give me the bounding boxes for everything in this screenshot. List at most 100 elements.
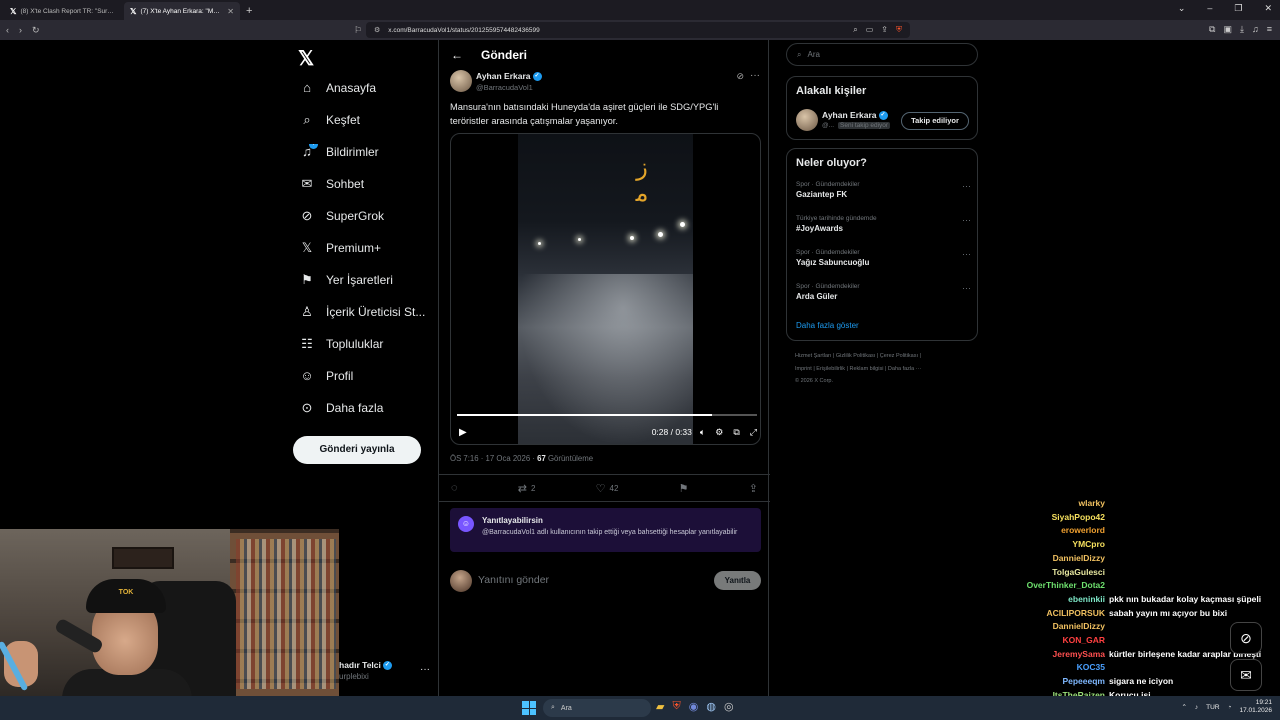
nav-item[interactable]: ♙ İçerik Üreticisi St... [298, 304, 438, 320]
back-arrow-icon[interactable]: ‹ [6, 25, 9, 35]
show-more-link[interactable]: Daha fazla göster [796, 321, 859, 330]
extensions-icon[interactable]: ⧉ [1209, 24, 1215, 35]
share-icon[interactable]: ⇪ [881, 25, 888, 35]
chat-username[interactable]: erowerlord [1061, 525, 1105, 535]
chevron-down-icon[interactable]: ⌄ [1178, 3, 1186, 14]
close-window-button[interactable]: ✕ [1264, 3, 1272, 14]
more-options-icon[interactable]: ··· [962, 181, 971, 191]
grok-icon[interactable]: ⊘ [736, 71, 744, 82]
minimize-button[interactable]: – [1207, 3, 1212, 14]
chat-username[interactable]: KON_GAR [1062, 635, 1105, 645]
nav-item[interactable]: ⌂ Anasayfa [298, 80, 438, 95]
trend-item[interactable]: Spor · Gündemdekiler Gaziantep FK ··· [796, 181, 971, 199]
nav-item[interactable]: ✉ Sohbet [298, 176, 438, 192]
chat-username[interactable]: DannielDizzy [1053, 621, 1105, 631]
obs-icon[interactable]: ◎ [724, 700, 734, 713]
like-action[interactable]: ♡ 42 [596, 482, 619, 495]
back-arrow-icon[interactable]: ← [451, 48, 463, 62]
nav-item[interactable]: ☺ Profil [298, 368, 438, 383]
chat-username[interactable]: wlarky [1079, 498, 1105, 508]
zoom-icon[interactable]: ⌕ [853, 25, 857, 35]
avatar[interactable] [450, 70, 472, 92]
chat-username[interactable]: SiyahPopo42 [1052, 512, 1105, 522]
author-name[interactable]: Ayhan Erkara ✓ [476, 71, 542, 82]
media-icon[interactable]: ♫ [1252, 24, 1259, 35]
reply-action[interactable]: ◌ [451, 482, 458, 494]
search-input[interactable]: ⌕ Ara [786, 43, 978, 66]
post-button[interactable]: Gönderi yayınla [293, 436, 421, 464]
grok-fab-icon[interactable]: ⊘ [1230, 622, 1262, 654]
new-tab-button[interactable]: + [246, 2, 252, 20]
brave-browser-icon[interactable]: ⛨ [672, 700, 680, 713]
windows-start-icon[interactable] [522, 701, 536, 715]
browser-tab-active[interactable]: 𝕏 (7) X'te Ayhan Erkara: "Mansura' ✕ [124, 2, 240, 20]
nav-item[interactable]: ⊘ SuperGrok [298, 208, 438, 224]
site-info-icon[interactable]: ⚙ [374, 26, 380, 34]
chat-username[interactable]: TolgaGulesci [1052, 567, 1105, 577]
steam-icon[interactable]: ◍ [706, 700, 716, 713]
chat-username[interactable]: DannielDizzy [1053, 553, 1105, 563]
play-icon[interactable]: ▶ [459, 427, 467, 438]
nav-item[interactable]: ♫ 7 Bildirimler [298, 144, 438, 159]
language-indicator[interactable]: TUR [1206, 704, 1219, 711]
volume-icon[interactable]: 🔈︎ [700, 427, 705, 438]
nav-item[interactable]: 𝕏 Premium+ [298, 240, 438, 256]
menu-icon[interactable]: ≡ [1267, 24, 1272, 35]
volume-icon[interactable]: ◔ [1228, 704, 1232, 711]
reply-button[interactable]: Yanıtla [714, 571, 761, 590]
address-bar[interactable]: ⚙ x.com/BarracudaVol1/status/20125595744… [366, 22, 910, 38]
screen-icon[interactable]: ▭ [866, 25, 874, 35]
messages-fab-icon[interactable]: ✉ [1230, 659, 1262, 691]
footer-line[interactable]: Hizmet Şartları | Gizlilik Politikası | … [795, 350, 975, 363]
tray-chevron-icon[interactable]: ⌃ [1181, 703, 1186, 711]
chat-username[interactable]: Pepeeeqm [1062, 676, 1105, 686]
clock[interactable]: 19:21 17.01.2026 [1239, 699, 1272, 715]
forward-arrow-icon[interactable]: › [19, 25, 22, 35]
file-explorer-icon[interactable]: ▰ [656, 700, 664, 713]
author-handle[interactable]: @BarracudaVol1 [476, 83, 533, 92]
video-player[interactable]: ﺯﻣ ▶ 0:28 / 0:33 🔈︎ ⚙ ⧉ ⤢ [450, 133, 761, 445]
post-timestamp[interactable]: ÖS 7:16 · 17 Oca 2026 · [450, 454, 537, 463]
wallet-icon[interactable]: ▣ [1223, 24, 1232, 35]
chat-username[interactable]: ebeninkii [1068, 594, 1105, 604]
browser-tab[interactable]: 𝕏 (8) X'te Clash Report TR: "Suriye ordu [4, 2, 120, 20]
more-options-icon[interactable]: ··· [962, 215, 971, 225]
repost-action[interactable]: ⇄ 2 [518, 482, 536, 495]
related-user-name[interactable]: Ayhan Erkara ✓ [822, 110, 888, 121]
more-options-icon[interactable]: ··· [962, 283, 971, 293]
more-options-icon[interactable]: ··· [962, 249, 971, 259]
microphone-icon[interactable]: ♪ [1195, 704, 1198, 711]
chat-username[interactable]: YMCpro [1072, 539, 1105, 549]
trend-item[interactable]: Türkiye tarihinde gündemde #JoyAwards ··· [796, 215, 971, 233]
download-icon[interactable]: ⤓ [1240, 24, 1244, 35]
trend-item[interactable]: Spor · Gündemdekiler Yağız Sabuncuoğlu ··· [796, 249, 971, 267]
chat-username[interactable]: ACILIPORSUK [1046, 608, 1105, 618]
avatar[interactable] [450, 570, 472, 592]
nav-item[interactable]: ⚑ Yer İşaretleri [298, 272, 438, 288]
reload-icon[interactable]: ↻ [32, 25, 40, 36]
chat-username[interactable]: KOC35 [1077, 662, 1105, 672]
chat-username[interactable]: JeremySama [1053, 649, 1105, 659]
close-tab-icon[interactable]: ✕ [227, 7, 234, 16]
bookmark-action[interactable]: ⚑ [679, 482, 689, 495]
account-more-icon[interactable]: ··· [420, 664, 430, 675]
bookmark-page-icon[interactable]: ⚐ [354, 25, 362, 36]
share-action[interactable]: ⇪ [749, 482, 758, 495]
maximize-button[interactable]: ❐ [1234, 3, 1242, 14]
taskbar-search[interactable]: ⌕ Ara [543, 699, 651, 717]
nav-item[interactable]: ⌕ Keşfet [298, 112, 438, 128]
footer-line[interactable]: Imprint | Erişilebilirlik | Reklam bilgi… [795, 363, 975, 376]
brave-shield-icon[interactable]: ⛨ [896, 25, 902, 35]
video-progress-bar[interactable] [457, 414, 757, 416]
x-logo-icon[interactable]: 𝕏 [298, 46, 314, 71]
discord-icon[interactable]: ◉ [689, 700, 699, 713]
reply-input[interactable]: Yanıtını gönder [478, 574, 549, 586]
trend-item[interactable]: Spor · Gündemdekiler Arda Güler ··· [796, 283, 971, 301]
avatar[interactable] [796, 109, 818, 131]
settings-icon[interactable]: ⚙ [715, 427, 723, 438]
chat-username[interactable]: OverThinker_Dota2 [1027, 580, 1105, 590]
account-name[interactable]: hadır Telci ✓ [339, 660, 392, 671]
following-button[interactable]: Takip ediliyor [901, 112, 969, 130]
fullscreen-icon[interactable]: ⤢ [750, 427, 757, 438]
nav-item[interactable]: ⊙ Daha fazla [298, 400, 438, 416]
